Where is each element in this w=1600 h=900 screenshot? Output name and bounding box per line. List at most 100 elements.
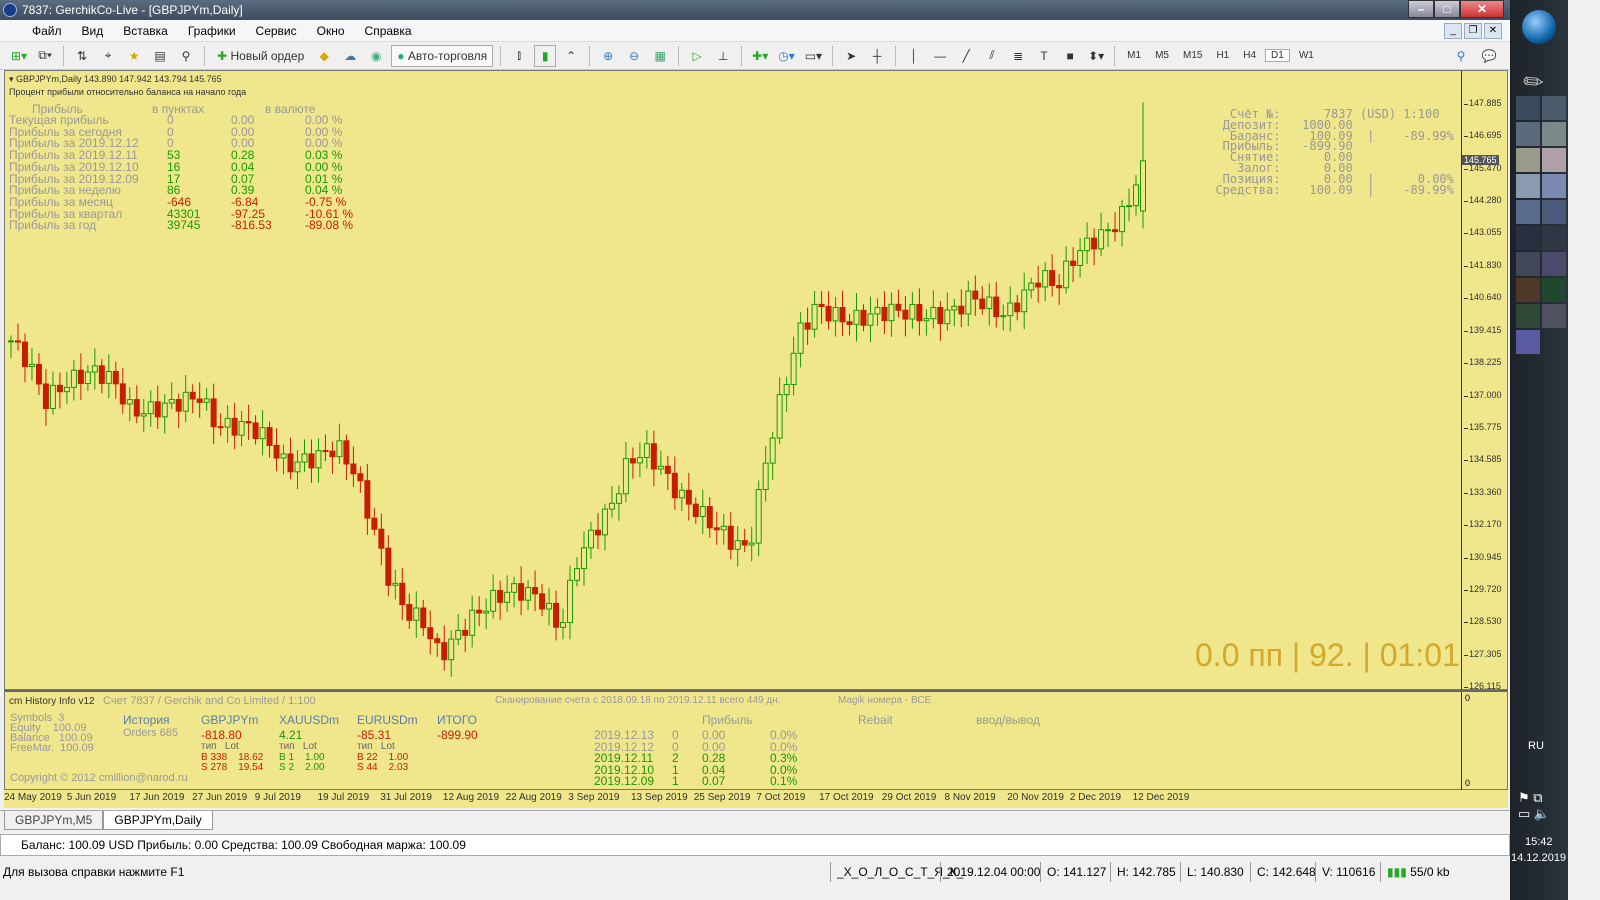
crosshair-data-icon[interactable]: ⌖ [97,45,119,67]
auto-scroll-icon[interactable]: ▷ [686,45,708,67]
menu-window[interactable]: Окно [307,24,355,38]
mdi-minimize-button[interactable]: _ [1444,23,1462,39]
taskbar-app-icon[interactable] [1516,252,1540,276]
tf-w1[interactable]: W1 [1294,50,1319,61]
tray-icons[interactable]: ⚑ ⧉ ▭ 🔈 [1518,790,1550,822]
text-icon[interactable]: T [1033,45,1055,67]
periods-icon[interactable]: ◷▾ [775,45,798,67]
horizontal-line-icon[interactable]: — [929,45,951,67]
new-order-button[interactable]: ✚ Новый ордер [212,45,309,67]
price-chart[interactable]: ▾ GBPJPYm,Daily 143.890 147.942 143.794 … [4,70,1508,691]
connection-status[interactable]: ▮▮▮ 55/0 kb [1380,862,1450,882]
taskbar-app-icon[interactable] [1516,174,1540,198]
vertical-line-icon[interactable]: │ [903,45,925,67]
taskbar-app-icon[interactable] [1542,304,1566,328]
taskbar-app-icon[interactable] [1542,252,1566,276]
menu-tools[interactable]: Сервис [246,24,307,38]
sell-line: S 278 19.54 [201,762,264,773]
taskbar-app-icon[interactable] [1516,200,1540,224]
text-label-icon[interactable]: ■ [1059,45,1081,67]
candle-body [84,371,91,385]
taskbar-app-icon[interactable] [1516,330,1540,354]
taskbar-app-icon[interactable] [1516,226,1540,250]
tf-m15[interactable]: M15 [1178,50,1207,61]
clock-time[interactable]: 15:42 [1525,836,1553,848]
taskbar-app-icon[interactable] [1542,200,1566,224]
menu-file[interactable]: Файл [22,24,72,38]
tf-m5[interactable]: M5 [1150,50,1174,61]
trendline-icon[interactable]: ╱ [955,45,977,67]
navigator-icon[interactable]: ★ [123,45,145,67]
maximize-button[interactable]: □ [1434,0,1460,18]
taskbar-app-icon[interactable] [1516,278,1540,302]
taskbar-app-icon[interactable] [1516,148,1540,172]
close-button[interactable]: ✕ [1460,0,1504,18]
equidistant-channel-icon[interactable]: ⫽ [981,45,1003,67]
candle-body [706,506,713,529]
pen-icon[interactable]: ✎ [1517,65,1551,100]
minimize-button[interactable]: – [1408,0,1434,18]
start-button-icon[interactable] [1522,10,1556,44]
tile-windows-icon[interactable]: ▦ [649,45,671,67]
new-chart-icon[interactable]: ⊞▾ [8,45,30,67]
chat-icon[interactable]: 💬 [1478,45,1500,67]
taskbar-app-icon[interactable] [1542,174,1566,198]
clock-date[interactable]: 14.12.2019 [1511,852,1566,864]
day-date: 2019.12.09 [594,774,655,788]
zoom-out-icon[interactable]: ⊖ [623,45,645,67]
tf-h1[interactable]: H1 [1211,50,1234,61]
market-watch-icon[interactable]: ⇅ [71,45,93,67]
candle-body [1133,184,1140,207]
taskbar-app-icon[interactable] [1516,304,1540,328]
tf-m1[interactable]: M1 [1122,50,1146,61]
status-high: H: 142.785 [1110,862,1176,882]
candle-body [797,322,804,354]
tab-gbpjpy-m5[interactable]: GBPJPYm,M5 [4,811,104,830]
zoom-in-icon[interactable]: ⊕ [597,45,619,67]
candle-body [622,458,629,495]
menu-help[interactable]: Справка [355,24,422,38]
candle-chart-icon[interactable]: ▮ [534,44,557,67]
strategy-tester-icon[interactable]: ⚲ [175,45,197,67]
window-title: 7837: GerchikCo-Live - [GBPJPYm,Daily] [22,3,243,17]
candle-body [608,502,615,510]
taskbar-app-icon[interactable] [1542,148,1566,172]
metaeditor-icon[interactable]: ◆ [313,45,335,67]
vps-icon[interactable]: ☁ [339,45,361,67]
candle-body [245,421,252,424]
templates-icon[interactable]: ▭▾ [802,45,825,67]
indicators-icon[interactable]: ✚▾ [749,45,771,67]
taskbar-app-icon[interactable] [1516,122,1540,146]
fibonacci-icon[interactable]: ≣ [1007,45,1029,67]
tab-gbpjpy-daily[interactable]: GBPJPYm,Daily [103,811,213,830]
menu-charts[interactable]: Графики [178,24,246,38]
signals-icon[interactable]: ◉ [365,45,387,67]
price-tick-label: 141.830 [1464,260,1502,271]
profiles-icon[interactable]: ⧉▾ [34,45,56,67]
taskbar-app-icon[interactable] [1516,96,1540,120]
language-indicator[interactable]: RU [1528,740,1544,752]
chart-shift-icon[interactable]: ⊥ [712,45,734,67]
status-help: Для вызова справки нажмите F1 [3,865,185,879]
candle-body [734,540,741,550]
arrows-icon[interactable]: ⬍▾ [1085,45,1107,67]
terminal-balance-row[interactable]: Баланс: 100.09 USD Прибыль: 0.00 Средств… [0,834,1510,856]
bar-chart-icon[interactable]: ⫾ [508,45,530,67]
taskbar-app-icon[interactable] [1542,122,1566,146]
mdi-restore-button[interactable]: ❐ [1464,23,1482,39]
crosshair-icon[interactable]: ┼ [866,45,888,67]
cursor-icon[interactable]: ➤ [840,45,862,67]
auto-trading-button[interactable]: ● Авто-торговля [391,44,494,67]
search-icon[interactable]: ⚲ [1450,45,1472,67]
line-chart-icon[interactable]: ⌃ [560,45,582,67]
tf-h4[interactable]: H4 [1238,50,1261,61]
taskbar-app-icon[interactable] [1542,96,1566,120]
mdi-close-button[interactable]: ✕ [1484,23,1502,39]
menu-insert[interactable]: Вставка [113,24,178,38]
taskbar-app-icon[interactable] [1542,226,1566,250]
menu-view[interactable]: Вид [72,24,114,38]
tf-d1[interactable]: D1 [1265,49,1290,62]
taskbar-app-icon[interactable] [1542,278,1566,302]
terminal-icon[interactable]: ▤ [149,45,171,67]
candle-body [1014,302,1021,313]
